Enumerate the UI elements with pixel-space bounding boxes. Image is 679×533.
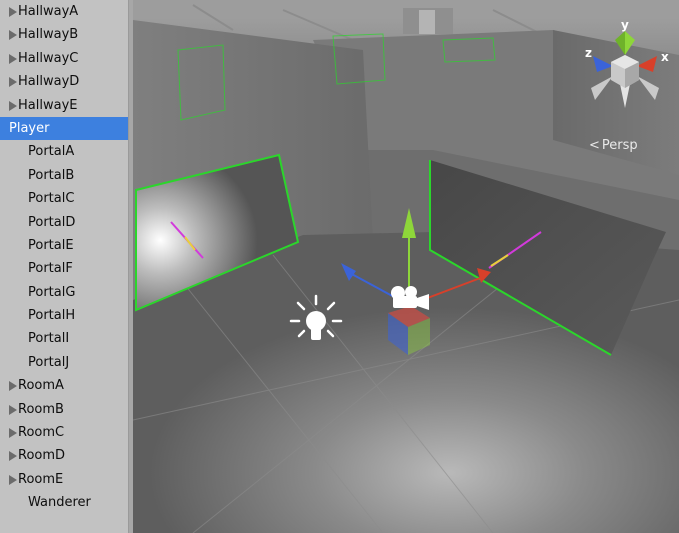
projection-label: Persp (601, 138, 638, 153)
expand-arrow-icon[interactable] (9, 77, 17, 88)
hierarchy-item-portalf[interactable]: PortalF (0, 257, 128, 280)
hierarchy-item-label: HallwayE (18, 97, 78, 113)
hierarchy-item-portalc[interactable]: PortalC (0, 187, 128, 210)
hierarchy-item-label: PortalA (28, 144, 75, 160)
hierarchy-item-rooma[interactable]: RoomA (0, 374, 128, 397)
hierarchy-item-wanderer[interactable]: Wanderer (0, 491, 128, 514)
expand-arrow-icon[interactable] (9, 428, 17, 439)
editor-window: HallwayA HallwayB HallwayC HallwayD HallwayE… (0, 0, 679, 533)
hierarchy-item-label: RoomE (18, 471, 64, 487)
hierarchy-item-label: PortalE (28, 237, 74, 253)
gizmo-y-label: y (621, 18, 629, 32)
hierarchy-item-label: RoomB (18, 401, 64, 417)
expand-arrow-icon[interactable] (9, 7, 17, 17)
hierarchy-item-label: HallwayA (18, 4, 79, 19)
hierarchy-item-portalh[interactable]: PortalH (0, 304, 128, 327)
hierarchy-item-roomc[interactable]: RoomC (0, 421, 128, 444)
expand-arrow-icon[interactable] (9, 474, 17, 485)
hierarchy-item-label: PortalH (28, 308, 76, 324)
hierarchy-item-hallwayd[interactable]: HallwayD (0, 70, 128, 93)
hierarchy-item-label: PortalJ (28, 354, 70, 370)
hierarchy-item-label: HallwayD (18, 74, 80, 90)
hierarchy-item-portalj[interactable]: PortalJ (0, 351, 128, 374)
hierarchy-item-hallwayc[interactable]: HallwayC (0, 47, 128, 70)
expand-arrow-icon[interactable] (9, 53, 17, 64)
expand-arrow-icon[interactable] (9, 100, 17, 111)
hierarchy-item-roome[interactable]: RoomE (0, 468, 128, 491)
hierarchy-item-label: RoomA (18, 378, 64, 394)
chevron-left-icon: < (589, 138, 600, 153)
hierarchy-item-portalb[interactable]: PortalB (0, 164, 128, 187)
hierarchy-item-portali[interactable]: PortalI (0, 327, 128, 350)
hierarchy-item-label: Wanderer (28, 495, 91, 511)
hierarchy-item-label: PortalI (28, 331, 70, 347)
expand-arrow-icon[interactable] (9, 30, 17, 41)
hierarchy-item-portalg[interactable]: PortalG (0, 281, 128, 304)
expand-arrow-icon[interactable] (9, 381, 17, 392)
hierarchy-item-label: PortalB (28, 167, 75, 183)
hierarchy-item-label: RoomC (18, 425, 65, 441)
hierarchy-item-portald[interactable]: PortalD (0, 211, 128, 234)
hierarchy-panel: HallwayA HallwayB HallwayC HallwayD HallwayE… (0, 0, 128, 533)
scene-canvas[interactable]: y x z (133, 0, 679, 533)
projection-toggle[interactable]: < Persp (589, 138, 638, 153)
hierarchy-item-hallwaya[interactable]: HallwayA (0, 0, 128, 23)
hierarchy-item-player[interactable]: Player (0, 116, 128, 141)
hierarchy-item-portale[interactable]: PortalE (0, 234, 128, 257)
scene-view[interactable]: y x z < Persp (133, 0, 679, 533)
hierarchy-item-roomd[interactable]: RoomD (0, 444, 128, 467)
hierarchy-item-label: PortalD (28, 214, 76, 230)
hierarchy-item-roomb[interactable]: RoomB (0, 398, 128, 421)
hierarchy-item-label: PortalF (28, 261, 73, 277)
hierarchy-item-label: HallwayB (18, 27, 79, 43)
expand-arrow-icon[interactable] (9, 404, 17, 415)
hierarchy-item-label: Player (9, 120, 50, 136)
hierarchy-item-label: PortalG (28, 284, 76, 300)
hierarchy-item-portala[interactable]: PortalA (0, 140, 128, 163)
hierarchy-item-label: PortalC (28, 191, 75, 207)
hierarchy-item-hallwaye[interactable]: HallwayE (0, 94, 128, 117)
expand-arrow-icon[interactable] (9, 451, 17, 462)
hierarchy-item-label: HallwayC (18, 50, 79, 66)
hierarchy-item-hallwayb[interactable]: HallwayB (0, 23, 128, 46)
gizmo-x-label: x (661, 50, 669, 64)
hierarchy-item-label: RoomD (18, 448, 66, 464)
gizmo-z-label: z (585, 46, 592, 60)
